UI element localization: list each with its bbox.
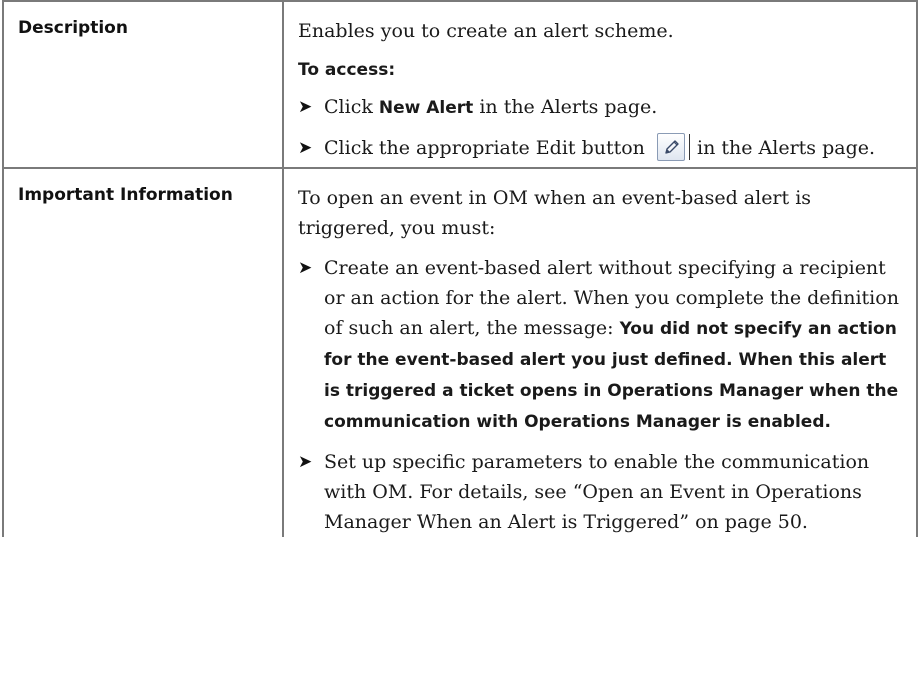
new-alert-label: New Alert — [378, 98, 474, 118]
row-label-description: Description — [2, 0, 284, 169]
bullet-text: Click the appropriate Edit button — [324, 137, 645, 159]
bullet-arrow-icon: ➤ — [298, 138, 313, 158]
bullet-text: in the Alerts page. — [473, 96, 658, 118]
pencil-icon — [665, 140, 679, 154]
row-content-description: Enables you to create an alert scheme. T… — [282, 0, 918, 169]
row-content-important: To open an event in OM when an event-bas… — [282, 167, 918, 537]
bullet-text: Click — [324, 96, 379, 118]
table-row-important: Important Information To open an event i… — [2, 167, 918, 537]
important-intro: To open an event in OM when an event-bas… — [298, 187, 812, 239]
description-text: Enables you to create an alert scheme. — [298, 20, 674, 42]
bullet-arrow-icon: ➤ — [298, 97, 313, 117]
bullet-text: in the Alerts page. — [697, 137, 876, 159]
bullet-arrow-icon: ➤ — [298, 258, 313, 278]
bullet-text: Set up specific parameters to enable the… — [324, 451, 870, 533]
list-item: ➤ Create an event-based alert without sp… — [298, 253, 902, 437]
list-item: ➤ Click New Alert in the Alerts page. — [298, 92, 902, 123]
list-item: ➤ Click the appropriate Edit button in t… — [298, 133, 902, 163]
access-list: ➤ Click New Alert in the Alerts page. ➤ … — [298, 92, 902, 163]
edit-button[interactable] — [656, 133, 690, 161]
access-heading: To access: — [298, 60, 396, 80]
important-list: ➤ Create an event-based alert without sp… — [298, 253, 902, 537]
bullet-arrow-icon: ➤ — [298, 452, 313, 472]
row-label-important: Important Information — [2, 167, 284, 537]
table-row-description: Description Enables you to create an ale… — [2, 0, 918, 169]
info-table: Description Enables you to create an ale… — [2, 0, 918, 537]
list-item: ➤ Set up specific parameters to enable t… — [298, 447, 902, 537]
